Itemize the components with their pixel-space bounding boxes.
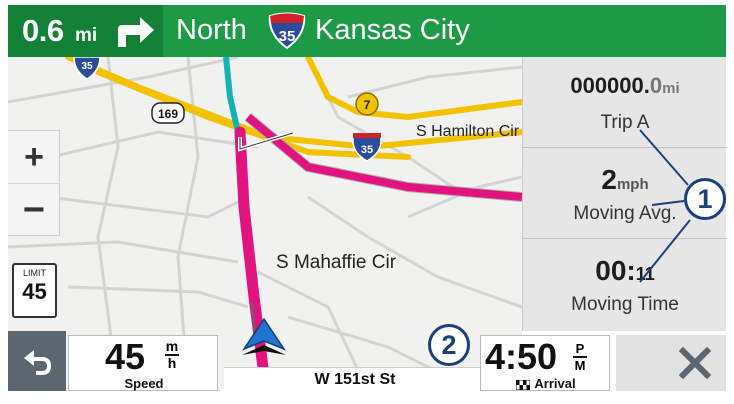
back-arrow-icon	[24, 350, 51, 375]
speed-field[interactable]: 45 mh Speed	[68, 335, 218, 391]
svg-text:7: 7	[364, 98, 371, 112]
turn-distance-box[interactable]: 0.6 mi	[8, 5, 163, 57]
next-street-name: Kansas City	[315, 14, 470, 46]
callout-marker-1: 1	[684, 178, 726, 220]
current-street-name[interactable]: W 151st St	[224, 367, 486, 391]
zoom-out-button[interactable]: −	[8, 184, 60, 237]
speed-label: Speed	[124, 376, 164, 391]
turn-distance-unit: mi	[75, 25, 98, 46]
bottom-data-bar: 45 mh Speed W 151st St 4:50 PM Arrival	[8, 331, 726, 391]
speed-limit-label: LIMIT	[22, 268, 46, 278]
trip-a-label: Trip A	[600, 112, 650, 133]
checkered-flag-icon	[516, 379, 531, 390]
callout-marker-2: 2	[428, 324, 470, 366]
next-turn-banner[interactable]: 0.6 mi North 35 Kansas City	[8, 5, 726, 57]
moving-time-label: Moving Time	[571, 294, 679, 315]
speed-unit: mh	[165, 338, 179, 371]
speed-limit-sign: LIMIT 45	[12, 263, 57, 318]
close-icon	[678, 346, 712, 380]
trip-a-field[interactable]: 000000.0mi Trip A	[523, 57, 727, 148]
arrival-label: Arrival	[481, 376, 611, 391]
turn-distance-value: 0.6	[22, 13, 64, 48]
current-speed-value: 45	[105, 336, 146, 377]
gps-screen: 0.6 mi North 35 Kansas City 35 169 7 35 …	[0, 0, 734, 404]
state-route-marker: 7	[355, 92, 379, 116]
svg-text:35: 35	[81, 61, 93, 72]
turn-right-arrow-icon	[118, 17, 154, 47]
map-label-hamilton: S Hamilton Cir	[416, 123, 520, 140]
next-street-direction: North	[176, 14, 247, 46]
close-button[interactable]	[616, 335, 726, 391]
trip-a-value: 000000.0mi	[570, 73, 680, 98]
map-label-mahaffie: S Mahaffie Cir	[276, 252, 397, 273]
back-button[interactable]	[8, 331, 66, 391]
interstate-shield-map-top: 35	[73, 57, 101, 80]
interstate-shield-icon: 35	[268, 12, 306, 50]
svg-text:35: 35	[361, 144, 373, 156]
us-route-shield: 169	[151, 102, 185, 124]
arrival-ampm: PM	[573, 341, 587, 373]
zoom-controls: + −	[8, 130, 60, 236]
zoom-in-button[interactable]: +	[8, 131, 60, 184]
svg-text:169: 169	[158, 107, 178, 121]
banner-shield-number: 35	[279, 28, 296, 45]
moving-time-value: 00:11	[595, 255, 655, 286]
moving-time-field[interactable]: 00:11 Moving Time	[523, 239, 727, 331]
arrival-time-field[interactable]: 4:50 PM Arrival	[480, 335, 610, 391]
arrival-time-value: 4:50	[485, 336, 558, 377]
speed-limit-value: 45	[22, 279, 47, 304]
